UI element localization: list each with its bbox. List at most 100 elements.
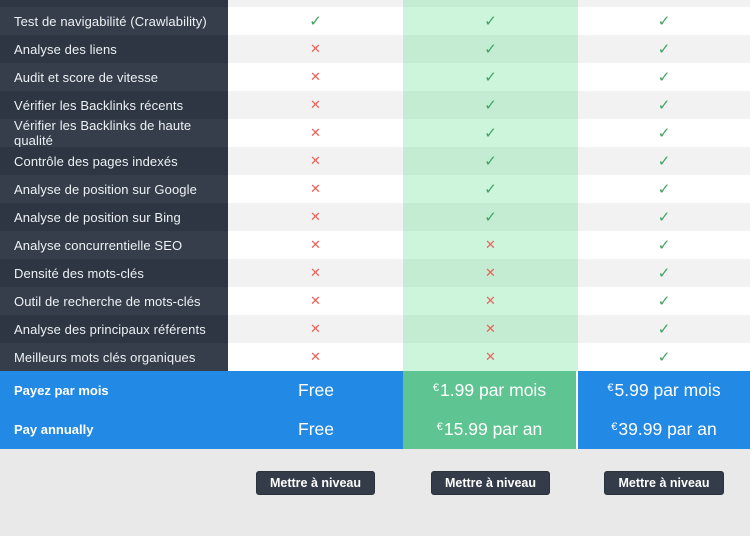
check-icon: ✓	[658, 126, 671, 141]
plan3-cell: ✓	[578, 7, 750, 35]
check-icon: ✓	[658, 210, 671, 225]
cross-icon: ✕	[310, 127, 321, 140]
check-icon: ✓	[484, 126, 497, 141]
price-text: 5.99 par mois	[615, 380, 721, 401]
plan2-cell: ✓	[403, 63, 578, 91]
check-icon: ✓	[484, 14, 497, 29]
plan2-cell: ✕	[403, 231, 578, 259]
plan2-cell: ✕	[403, 343, 578, 371]
check-icon: ✓	[658, 294, 671, 309]
plan1-cell: ✕	[228, 259, 403, 287]
upgrade-button-plan2[interactable]: Mettre à niveau	[431, 471, 550, 495]
plan1-cell: ✕	[228, 147, 403, 175]
plan2-cell: ✕	[403, 315, 578, 343]
cross-icon: ✕	[310, 99, 321, 112]
cross-icon: ✕	[310, 295, 321, 308]
check-icon: ✓	[484, 42, 497, 57]
plan2-cell: ✓	[403, 91, 578, 119]
price-text: 1.99 par mois	[440, 380, 546, 401]
feature-label: Outil de recherche de mots-clés	[0, 287, 228, 315]
feature-label: Analyse de position sur Google	[0, 175, 228, 203]
plan1-cell: ✕	[228, 203, 403, 231]
plan1-cell: ✓	[228, 7, 403, 35]
plan3-annual-price: €39.99 par an	[578, 410, 750, 449]
feature-label: Analyse des liens	[0, 35, 228, 63]
check-icon: ✓	[484, 70, 497, 85]
cross-icon: ✕	[485, 295, 496, 308]
feature-label: Meilleurs mots clés organiques	[0, 343, 228, 371]
pricing-row-label: Payez par mois	[0, 371, 228, 410]
cross-icon: ✕	[485, 323, 496, 336]
table-row: Test de navigabilité (Crawlability) ✓ ✓ …	[0, 7, 750, 35]
price-text: 15.99 par an	[444, 419, 542, 440]
plan1-cell: ✕	[228, 175, 403, 203]
table-row: Contrôle des pages indexés ✕ ✓ ✓	[0, 147, 750, 175]
cross-icon: ✕	[310, 43, 321, 56]
plan2-cell: ✓	[403, 147, 578, 175]
cross-icon: ✕	[310, 183, 321, 196]
plan2-cell: ✕	[403, 259, 578, 287]
check-icon: ✓	[658, 182, 671, 197]
pricing-comparison-table: Test de navigabilité (Crawlability) ✓ ✓ …	[0, 0, 750, 536]
plan1-cell: ✕	[228, 119, 403, 147]
feature-label: Analyse concurrentielle SEO	[0, 231, 228, 259]
currency-symbol: €	[611, 421, 617, 433]
check-icon: ✓	[484, 210, 497, 225]
plan2-cell: ✓	[403, 203, 578, 231]
feature-label	[0, 0, 228, 7]
plan3-cell: ✓	[578, 119, 750, 147]
plan2-monthly-price: €1.99 par mois	[403, 371, 578, 410]
plan3-cell: ✓	[578, 259, 750, 287]
table-row: Vérifier les Backlinks de haute qualité …	[0, 119, 750, 147]
pricing-row-monthly: Payez par mois Free €1.99 par mois €5.99…	[0, 371, 750, 410]
pricing-row-annual: Pay annually Free €15.99 par an €39.99 p…	[0, 410, 750, 449]
price-text: Free	[298, 380, 334, 401]
table-row: Analyse concurrentielle SEO ✕ ✕ ✓	[0, 231, 750, 259]
check-icon: ✓	[658, 350, 671, 365]
plan3-monthly-price: €5.99 par mois	[578, 371, 750, 410]
feature-label: Vérifier les Backlinks de haute qualité	[0, 119, 228, 147]
cross-icon: ✕	[310, 71, 321, 84]
plan1-cell: ✕	[228, 91, 403, 119]
check-icon: ✓	[484, 182, 497, 197]
plan3-cell: ✓	[578, 287, 750, 315]
plan1-cell: ✕	[228, 343, 403, 371]
check-icon: ✓	[658, 154, 671, 169]
cross-icon: ✕	[310, 155, 321, 168]
table-row: Analyse de position sur Bing ✕ ✓ ✓	[0, 203, 750, 231]
plan3-cell: ✓	[578, 35, 750, 63]
feature-label: Densité des mots-clés	[0, 259, 228, 287]
check-icon: ✓	[309, 14, 322, 29]
plan3-cell: ✓	[578, 315, 750, 343]
table-row: Analyse des liens ✕ ✓ ✓	[0, 35, 750, 63]
plan2-cell: ✓	[403, 119, 578, 147]
check-icon: ✓	[658, 98, 671, 113]
cross-icon: ✕	[310, 323, 321, 336]
check-icon: ✓	[658, 266, 671, 281]
plan3-cell: ✓	[578, 231, 750, 259]
cross-icon: ✕	[310, 211, 321, 224]
price-text: Free	[298, 419, 334, 440]
table-row: Densité des mots-clés ✕ ✕ ✓	[0, 259, 750, 287]
plan2-cell: ✕	[403, 287, 578, 315]
plan3-cell: ✓	[578, 91, 750, 119]
cross-icon: ✕	[310, 267, 321, 280]
check-icon: ✓	[658, 238, 671, 253]
table-row: Meilleurs mots clés organiques ✕ ✕ ✓	[0, 343, 750, 371]
cross-icon: ✕	[485, 239, 496, 252]
feature-label: Test de navigabilité (Crawlability)	[0, 7, 228, 35]
table-row: Audit et score de vitesse ✕ ✓ ✓	[0, 63, 750, 91]
cross-icon: ✕	[310, 351, 321, 364]
upgrade-button-plan1[interactable]: Mettre à niveau	[256, 471, 375, 495]
table-row: Analyse de position sur Google ✕ ✓ ✓	[0, 175, 750, 203]
cross-icon: ✕	[310, 239, 321, 252]
price-text: 39.99 par an	[618, 419, 716, 440]
upgrade-button-plan3[interactable]: Mettre à niveau	[604, 471, 723, 495]
cross-icon: ✕	[485, 267, 496, 280]
plan2-cell: ✓	[403, 35, 578, 63]
plan1-cell: ✕	[228, 315, 403, 343]
plan3-cell: ✓	[578, 175, 750, 203]
feature-label: Analyse des principaux référents	[0, 315, 228, 343]
cross-icon: ✕	[485, 351, 496, 364]
check-icon: ✓	[658, 322, 671, 337]
